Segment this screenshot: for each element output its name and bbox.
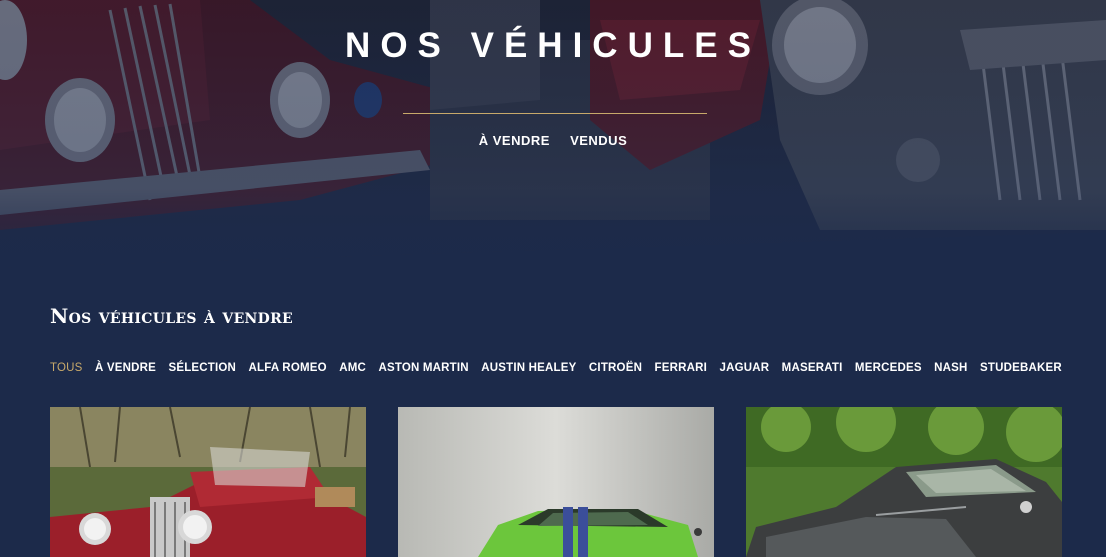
filter-tous[interactable]: TOUS xyxy=(50,362,83,374)
filter-alfa-romeo[interactable]: ALFA ROMEO xyxy=(249,362,327,374)
filter-amc[interactable]: AMC xyxy=(339,362,366,374)
vehicle-card[interactable] xyxy=(746,407,1062,557)
section-title: Nos véhicules à vendre xyxy=(50,304,294,328)
filter-maserati[interactable]: MASERATI xyxy=(782,362,843,374)
hero-nav: À VENDRE VENDUS xyxy=(0,133,1106,148)
filter-mercedes[interactable]: MERCEDES xyxy=(855,362,922,374)
vehicle-card[interactable] xyxy=(50,407,366,557)
filter-nash[interactable]: NASH xyxy=(934,362,967,374)
filter-aston-martin[interactable]: ASTON MARTIN xyxy=(378,362,468,374)
filter-studebaker[interactable]: STUDEBAKER xyxy=(980,362,1062,374)
vehicle-photo[interactable] xyxy=(50,407,366,557)
vehicle-photo[interactable] xyxy=(746,407,1062,557)
brand-filter-bar: TOUS À VENDRE SÉLECTION ALFA ROMEO AMC A… xyxy=(50,362,1062,374)
vehicle-photo[interactable] xyxy=(398,407,714,557)
filter-jaguar[interactable]: JAGUAR xyxy=(719,362,769,374)
vehicle-card[interactable] xyxy=(398,407,714,557)
filter-citroen[interactable]: CITROËN xyxy=(589,362,642,374)
nav-link-a-vendre[interactable]: À VENDRE xyxy=(479,133,550,148)
hero-banner: NOS VÉHICULES À VENDRE VENDUS xyxy=(0,0,1106,268)
page-title: NOS VÉHICULES xyxy=(345,26,761,65)
filter-a-vendre[interactable]: À VENDRE xyxy=(95,362,156,374)
filter-selection[interactable]: SÉLECTION xyxy=(168,362,236,374)
filter-ferrari[interactable]: FERRARI xyxy=(655,362,708,374)
title-divider xyxy=(403,113,707,114)
filter-austin-healey[interactable]: AUSTIN HEALEY xyxy=(481,362,576,374)
nav-link-vendus[interactable]: VENDUS xyxy=(570,133,627,148)
